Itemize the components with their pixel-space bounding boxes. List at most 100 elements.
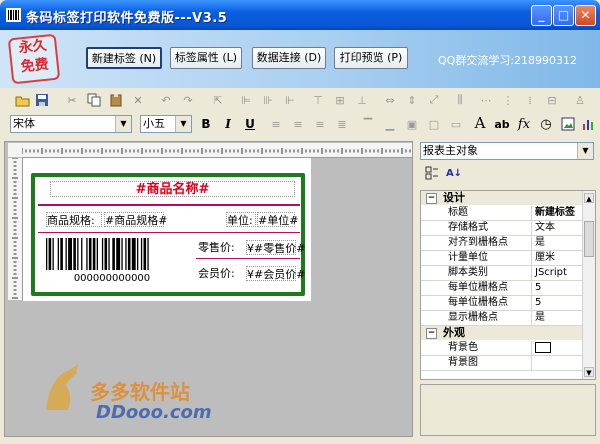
data-connection-button[interactable]: 数据连接 (D) <box>252 47 326 69</box>
italic-button[interactable]: I <box>220 116 236 132</box>
scroll-down-icon[interactable]: ▼ <box>584 367 594 377</box>
property-row[interactable]: 计量单位 厘米 <box>421 251 591 266</box>
property-category[interactable]: − 设计 <box>421 191 587 205</box>
close-button[interactable]: ✕ <box>575 5 596 26</box>
underline-button[interactable]: U <box>242 116 258 132</box>
cut-icon[interactable]: ✂ <box>64 92 80 108</box>
space-dec-icon[interactable]: ⁞ <box>522 92 538 108</box>
object-select-value: 报表主对象 <box>423 144 478 157</box>
copy-icon[interactable] <box>86 92 102 108</box>
property-key: 对齐到栅格点 <box>446 236 532 250</box>
property-row[interactable]: 每单位栅格点 5 <box>421 296 591 311</box>
retail-price-field[interactable]: ¥#零售价# <box>246 240 305 255</box>
image-object-icon[interactable] <box>560 116 576 132</box>
align-bottom-icon[interactable]: ⊥ <box>354 92 370 108</box>
property-key: 每单位栅格点 <box>446 296 532 310</box>
sort-az-icon[interactable]: A↓ <box>446 165 462 181</box>
barcode-image[interactable] <box>40 236 190 272</box>
property-row[interactable]: 背景图 <box>421 356 591 371</box>
border-all-icon[interactable]: ▣ <box>404 116 420 132</box>
minimize-button[interactable]: _ <box>531 5 552 26</box>
site-url-watermark: DDooo.com <box>96 402 212 423</box>
open-icon[interactable] <box>14 92 30 108</box>
property-row[interactable]: 显示栅格点是 <box>421 311 591 326</box>
property-row[interactable]: 对齐到栅格点是 <box>421 236 591 251</box>
collapse-icon[interactable]: − <box>426 193 437 204</box>
print-preview-button[interactable]: 打印预览 (P) <box>334 47 408 69</box>
font-name-select[interactable]: 宋体 ▼ <box>10 115 132 133</box>
horizontal-ruler <box>22 143 412 158</box>
object-select[interactable]: 报表主对象 ▼ <box>420 142 594 160</box>
pointer-icon[interactable]: ⇱ <box>210 92 226 108</box>
member-price-label[interactable]: 会员价: <box>198 266 244 281</box>
property-row[interactable]: 每单位栅格点 5 <box>421 281 591 296</box>
property-row[interactable]: 脚本类别 JScript <box>421 266 591 281</box>
property-row[interactable]: 标题 新建标签 <box>421 206 591 221</box>
text-justify-icon[interactable]: ≣ <box>334 116 350 132</box>
property-key: 标题 <box>446 206 532 220</box>
label-properties-button[interactable]: 标签属性 (L) <box>170 47 242 69</box>
figure-icon[interactable]: ♙ <box>572 92 588 108</box>
unit-label[interactable]: 单位: <box>226 212 256 227</box>
text-align-left-icon[interactable]: ≡ <box>268 116 284 132</box>
text-object-button[interactable]: ab <box>494 116 510 132</box>
new-label-button[interactable]: 新建标签 (N) <box>86 47 162 69</box>
ruler-corner <box>8 143 22 157</box>
border-bottom-icon[interactable]: ▁ <box>382 116 398 132</box>
property-grid[interactable]: − 设计 标题 新建标签 存储格式 文本 对齐到栅格点是计量单位 厘米 脚本类别 JScript 每… <box>420 190 596 380</box>
function-icon[interactable]: fx <box>516 116 532 132</box>
redo-icon[interactable]: ↷ <box>180 92 196 108</box>
barcode-number: 000000000000 <box>73 273 151 284</box>
same-size-icon[interactable]: ⤢ <box>426 92 442 108</box>
font-color-button[interactable]: A <box>472 114 488 132</box>
undo-icon[interactable]: ↶ <box>158 92 174 108</box>
h-spacing-icon[interactable]: ⫼ <box>452 92 468 108</box>
retail-price-label[interactable]: 零售价: <box>198 240 244 255</box>
property-description-box <box>420 384 596 436</box>
align-left-icon[interactable]: ⊫ <box>238 92 254 108</box>
spec-value-field[interactable]: #商品规格# <box>104 212 167 227</box>
save-icon[interactable] <box>34 92 50 108</box>
spec-label[interactable]: 商品规格: <box>46 212 102 227</box>
property-row[interactable]: 背景色Window <box>421 341 591 356</box>
title-bar[interactable]: 条码标签打印软件免费版---V3.5 _ □ ✕ <box>0 0 600 30</box>
chevron-down-icon: ▼ <box>175 116 191 132</box>
clock-icon[interactable]: ◷ <box>538 116 554 132</box>
property-row[interactable]: 存储格式 文本 <box>421 221 591 236</box>
space-equal-icon[interactable]: ⋯ <box>478 92 494 108</box>
chevron-down-icon: ▼ <box>115 116 131 132</box>
paste-icon[interactable] <box>108 92 124 108</box>
maximize-button[interactable]: □ <box>553 5 574 26</box>
qq-group-text: QQ群交流学习:218990312 <box>438 54 578 67</box>
border-width-icon[interactable]: ▭ <box>448 116 464 132</box>
align-center-icon[interactable]: ⊪ <box>260 92 276 108</box>
text-align-center-icon[interactable]: ≡ <box>290 116 306 132</box>
delete-icon[interactable]: ✕ <box>130 92 146 108</box>
scroll-up-icon[interactable]: ▲ <box>584 193 594 203</box>
stamp-line-2: 免费 <box>19 56 50 76</box>
product-name-field[interactable]: #商品名称# <box>50 181 295 197</box>
align-top-icon[interactable]: ⊤ <box>310 92 326 108</box>
border-none-icon[interactable]: □ <box>426 116 442 132</box>
space-inc-icon[interactable]: ⋮ <box>500 92 516 108</box>
divider-line <box>38 204 300 206</box>
same-width-icon[interactable]: ⇔ <box>382 92 398 108</box>
property-category[interactable]: − 外观 <box>421 326 587 340</box>
property-scrollbar[interactable]: ▲ ▼ <box>582 191 595 379</box>
font-size-value: 小五 <box>143 117 165 130</box>
unit-value-field[interactable]: #单位# <box>257 212 298 227</box>
scroll-thumb[interactable] <box>584 221 594 257</box>
border-top-icon[interactable]: ▔ <box>360 116 376 132</box>
align-right-icon[interactable]: ⊩ <box>282 92 298 108</box>
property-key: 背景图 <box>446 356 532 370</box>
font-size-select[interactable]: 小五 ▼ <box>140 115 192 133</box>
same-height-icon[interactable]: ⇕ <box>404 92 420 108</box>
center-h-icon[interactable]: ⊟ <box>544 92 560 108</box>
bold-button[interactable]: B <box>198 116 214 132</box>
text-align-right-icon[interactable]: ≡ <box>312 116 328 132</box>
collapse-icon[interactable]: − <box>426 328 437 339</box>
member-price-field[interactable]: ¥#会员价# <box>246 266 305 281</box>
align-middle-icon[interactable]: ⊞ <box>332 92 348 108</box>
chart-object-icon[interactable] <box>580 116 596 132</box>
categorized-view-icon[interactable] <box>424 165 440 181</box>
